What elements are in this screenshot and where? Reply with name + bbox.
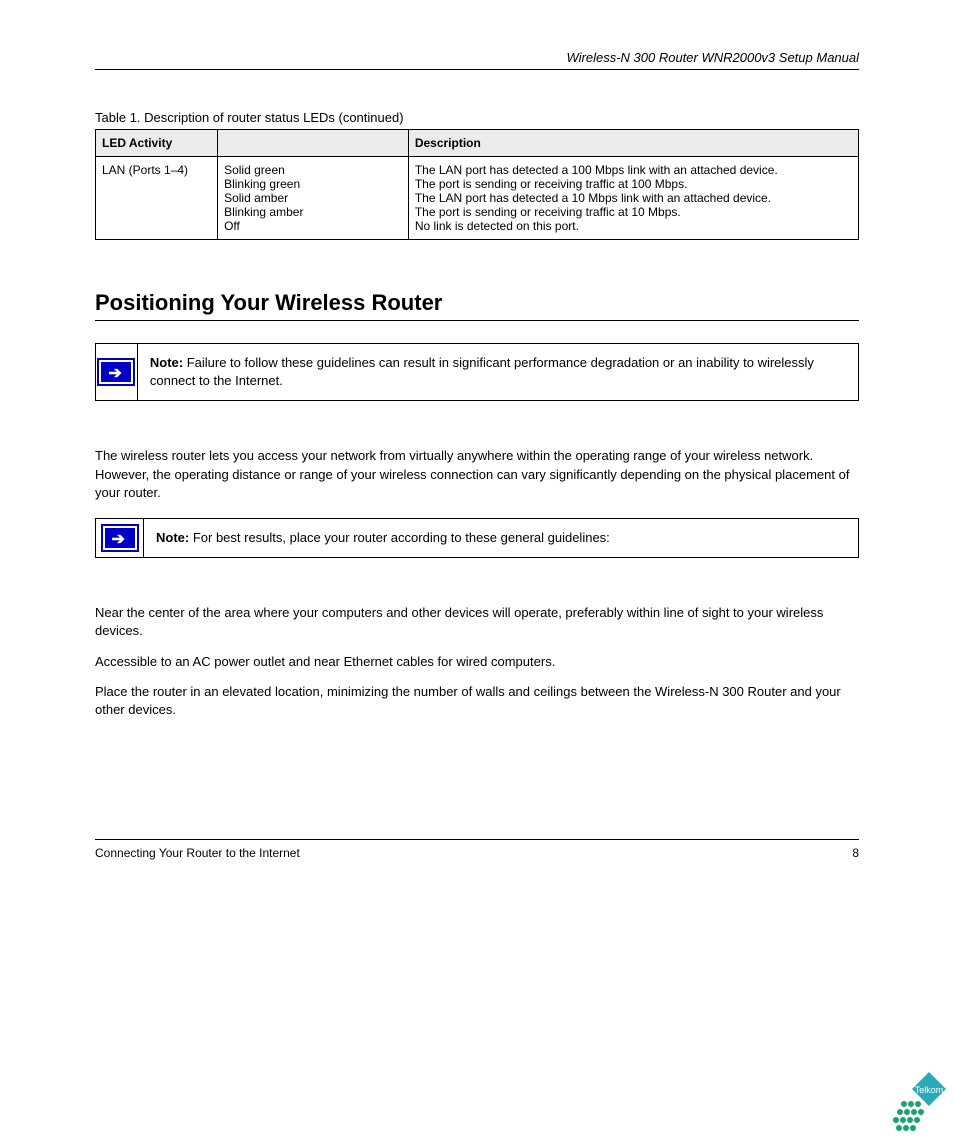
note-body: For best results, place your router acco… bbox=[189, 530, 610, 545]
note-box: Note: For best results, place your route… bbox=[95, 518, 859, 558]
note-text: Note: For best results, place your route… bbox=[144, 519, 622, 557]
guideline-paragraph: Near the center of the area where your c… bbox=[95, 604, 859, 640]
led-status-table: LED Activity Description LAN (Ports 1–4)… bbox=[95, 129, 859, 240]
note-icon-cell bbox=[96, 344, 138, 400]
table-caption: Table 1. Description of router status LE… bbox=[95, 110, 859, 125]
led-states: Solid green Blinking green Solid amber B… bbox=[218, 157, 409, 240]
col-description: Description bbox=[408, 130, 858, 157]
page-header: Wireless-N 300 Router WNR2000v3 Setup Ma… bbox=[95, 50, 859, 70]
state-activity: Solid green bbox=[224, 163, 402, 177]
note-label: Note: bbox=[156, 530, 189, 545]
note-body: Failure to follow these guidelines can r… bbox=[150, 355, 814, 388]
state-desc: The port is sending or receiving traffic… bbox=[415, 177, 852, 191]
col-led-activity: LED Activity bbox=[96, 130, 218, 157]
led-descriptions: The LAN port has detected a 100 Mbps lin… bbox=[408, 157, 858, 240]
state-activity: Solid amber bbox=[224, 191, 402, 205]
footer-left: Connecting Your Router to the Internet bbox=[95, 846, 300, 860]
note-label: Note: bbox=[150, 355, 183, 370]
telkom-logo: Telkom bbox=[880, 1068, 950, 1141]
state-activity: Blinking green bbox=[224, 177, 402, 191]
col-blank bbox=[218, 130, 409, 157]
footer-page-number: 8 bbox=[852, 846, 859, 860]
state-activity: Off bbox=[224, 219, 402, 233]
manual-title: Wireless-N 300 Router WNR2000v3 Setup Ma… bbox=[566, 50, 859, 65]
note-icon-cell bbox=[96, 519, 144, 557]
table-row: LAN (Ports 1–4) Solid green Blinking gre… bbox=[96, 157, 859, 240]
section-heading: Positioning Your Wireless Router bbox=[95, 290, 859, 321]
telkom-logo-icon: Telkom bbox=[880, 1068, 950, 1138]
guideline-paragraph: Accessible to an AC power outlet and nea… bbox=[95, 653, 859, 671]
logo-text: Telkom bbox=[915, 1085, 944, 1095]
page-footer: Connecting Your Router to the Internet 8 bbox=[95, 839, 859, 860]
state-activity: Blinking amber bbox=[224, 205, 402, 219]
arrow-right-icon bbox=[103, 526, 137, 550]
arrow-right-icon bbox=[99, 360, 133, 384]
state-desc: No link is detected on this port. bbox=[415, 219, 852, 233]
state-desc: The LAN port has detected a 10 Mbps link… bbox=[415, 191, 852, 205]
state-desc: The port is sending or receiving traffic… bbox=[415, 205, 852, 219]
state-desc: The LAN port has detected a 100 Mbps lin… bbox=[415, 163, 852, 177]
guideline-paragraph: Place the router in an elevated location… bbox=[95, 683, 859, 719]
led-name: LAN (Ports 1–4) bbox=[96, 157, 218, 240]
note-text: Note: Failure to follow these guidelines… bbox=[138, 344, 858, 400]
note-box: Note: Failure to follow these guidelines… bbox=[95, 343, 859, 401]
body-paragraph: The wireless router lets you access your… bbox=[95, 447, 859, 502]
